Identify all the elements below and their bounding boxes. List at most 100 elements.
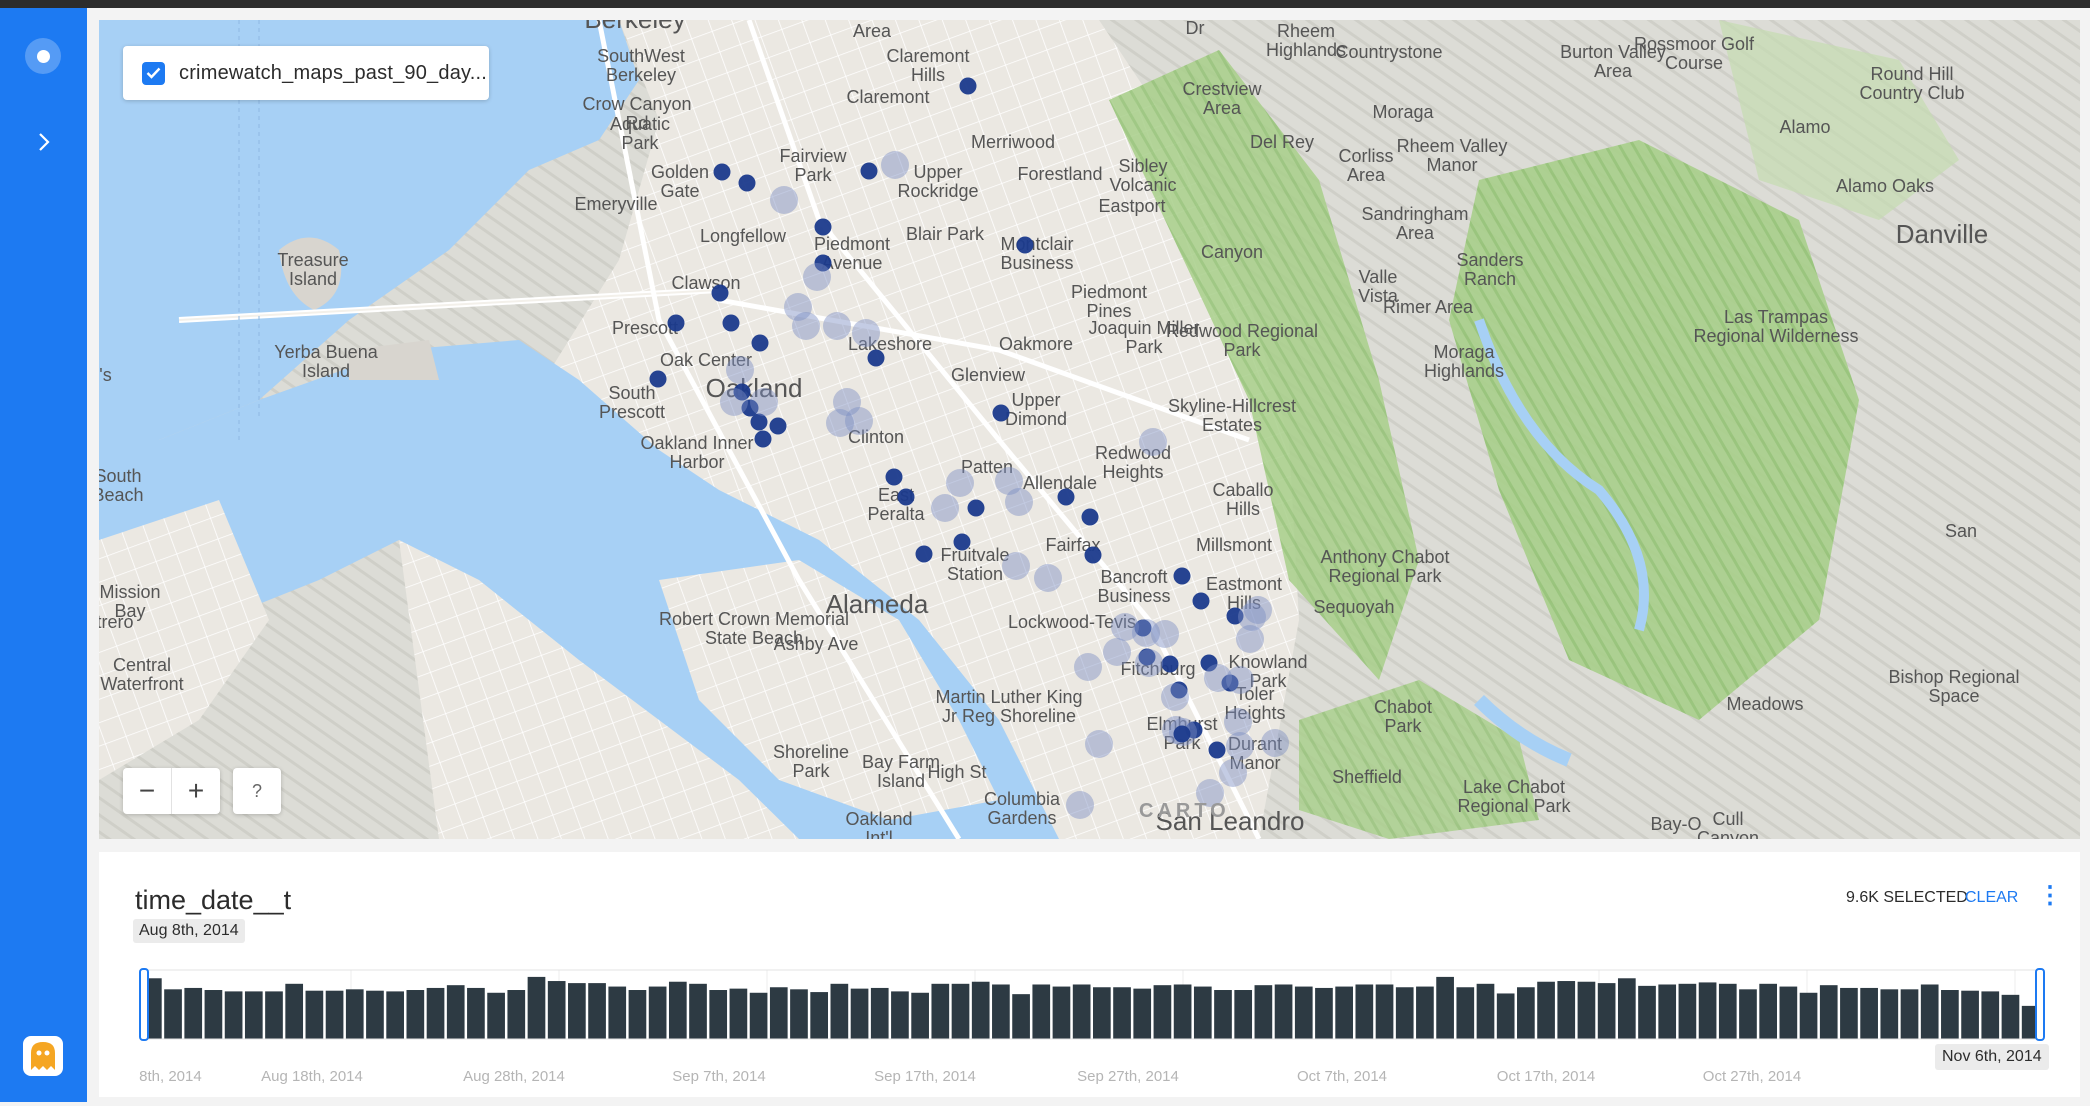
- more-options-button[interactable]: ⋮: [2038, 881, 2062, 910]
- range-handle-start[interactable]: [139, 968, 149, 1041]
- zoom-in-button[interactable]: +: [172, 768, 220, 814]
- histogram-bar[interactable]: [1860, 987, 1878, 1039]
- histogram-bar[interactable]: [1739, 989, 1757, 1039]
- app-logo[interactable]: [23, 1036, 63, 1076]
- histogram-bar[interactable]: [285, 983, 304, 1039]
- histogram-bar[interactable]: [628, 990, 647, 1039]
- histogram-bar[interactable]: [184, 987, 203, 1039]
- histogram-bar[interactable]: [709, 990, 728, 1039]
- histogram-bar[interactable]: [911, 992, 929, 1039]
- expand-sidebar-button[interactable]: [30, 128, 58, 156]
- histogram-bar[interactable]: [2001, 994, 2020, 1039]
- histogram-bar[interactable]: [1779, 986, 1798, 1039]
- histogram-bar[interactable]: [366, 990, 384, 1039]
- histogram-bar[interactable]: [588, 983, 606, 1039]
- histogram-bar[interactable]: [224, 991, 243, 1039]
- histogram-bar[interactable]: [1375, 984, 1394, 1039]
- histogram-bar[interactable]: [1476, 983, 1495, 1039]
- histogram-bar[interactable]: [487, 992, 505, 1039]
- histogram-bar[interactable]: [729, 988, 748, 1039]
- histogram-bar[interactable]: [406, 990, 425, 1039]
- histogram-bar[interactable]: [1093, 987, 1111, 1039]
- histogram-bar[interactable]: [1900, 989, 1919, 1039]
- histogram-bar[interactable]: [749, 992, 768, 1039]
- histogram-bar[interactable]: [1395, 987, 1414, 1039]
- histogram-bar[interactable]: [1315, 987, 1333, 1039]
- histogram-bar[interactable]: [1537, 981, 1555, 1039]
- histogram-bar[interactable]: [668, 981, 687, 1039]
- histogram-bar[interactable]: [507, 990, 526, 1039]
- layer-checkbox[interactable]: [142, 61, 165, 85]
- histogram-bar[interactable]: [769, 987, 788, 1039]
- histogram-bar[interactable]: [1698, 982, 1717, 1039]
- histogram-bar[interactable]: [1557, 981, 1576, 1039]
- histogram-bar[interactable]: [164, 989, 182, 1039]
- histogram-bar[interactable]: [1638, 985, 1656, 1039]
- histogram-bar[interactable]: [305, 990, 324, 1039]
- histogram-bar[interactable]: [971, 981, 990, 1039]
- layers-toggle-button[interactable]: [25, 38, 61, 74]
- histogram-bar[interactable]: [1254, 985, 1273, 1039]
- histogram-bar[interactable]: [1052, 986, 1071, 1039]
- histogram-bar[interactable]: [204, 990, 223, 1039]
- histogram-bar[interactable]: [1658, 984, 1677, 1039]
- histogram-bar[interactable]: [1153, 985, 1172, 1039]
- histogram-bar[interactable]: [870, 987, 889, 1039]
- histogram-bar[interactable]: [1597, 983, 1616, 1039]
- histogram-bar[interactable]: [931, 983, 950, 1039]
- histogram-bar[interactable]: [1355, 984, 1374, 1039]
- histogram-bar[interactable]: [527, 976, 546, 1039]
- histogram-bar[interactable]: [1718, 983, 1737, 1039]
- histogram-bar[interactable]: [1173, 984, 1192, 1039]
- histogram-bar[interactable]: [1456, 987, 1475, 1039]
- histogram-bar[interactable]: [1819, 985, 1838, 1039]
- range-handle-end[interactable]: [2035, 968, 2045, 1041]
- histogram-bar[interactable]: [1517, 987, 1535, 1039]
- histogram-bar[interactable]: [1032, 984, 1051, 1039]
- histogram-bar[interactable]: [1012, 994, 1030, 1039]
- histogram-bar[interactable]: [1436, 976, 1454, 1039]
- histogram-bar[interactable]: [992, 984, 1010, 1039]
- histogram-bar[interactable]: [1294, 986, 1313, 1039]
- histogram-bar[interactable]: [1113, 987, 1131, 1039]
- histogram-bar[interactable]: [386, 991, 404, 1039]
- histogram-bar[interactable]: [1193, 986, 1212, 1039]
- zoom-out-button[interactable]: −: [123, 768, 172, 814]
- histogram-bar[interactable]: [1799, 992, 1818, 1039]
- histogram-bar[interactable]: [467, 987, 485, 1039]
- histogram-chart[interactable]: Aug 8th, 2014 Aug 18th, 2014 Aug 28th, 201…: [135, 956, 2047, 1106]
- histogram-bar[interactable]: [265, 991, 283, 1039]
- histogram-bar[interactable]: [345, 989, 364, 1039]
- help-button[interactable]: ?: [233, 768, 281, 814]
- layer-legend[interactable]: crimewatch_maps_past_90_day...: [123, 46, 489, 100]
- histogram-bar[interactable]: [1941, 990, 1959, 1039]
- histogram-bar[interactable]: [951, 983, 970, 1039]
- histogram-bar[interactable]: [1678, 983, 1697, 1039]
- histogram-bar[interactable]: [850, 988, 869, 1039]
- histogram-bar[interactable]: [1214, 990, 1232, 1039]
- histogram-bar[interactable]: [648, 986, 667, 1039]
- histogram-bar[interactable]: [426, 987, 445, 1039]
- histogram-bar[interactable]: [1416, 986, 1434, 1039]
- histogram-bar[interactable]: [568, 983, 586, 1039]
- clear-button[interactable]: CLEAR: [1965, 889, 2018, 907]
- map-view[interactable]: BerkeleySouthWestBerkeleyAquaticParkGold…: [99, 20, 2080, 839]
- histogram-bar[interactable]: [446, 985, 465, 1039]
- histogram-bar[interactable]: [830, 983, 849, 1039]
- histogram-bar[interactable]: [810, 992, 829, 1039]
- histogram-bar[interactable]: [1759, 983, 1778, 1039]
- histogram-bar[interactable]: [891, 991, 909, 1039]
- histogram-bar[interactable]: [325, 990, 344, 1039]
- histogram-bar[interactable]: [1234, 990, 1253, 1039]
- histogram-bar[interactable]: [1133, 988, 1152, 1039]
- histogram-bar[interactable]: [1274, 984, 1293, 1039]
- histogram-bar[interactable]: [1335, 986, 1353, 1039]
- histogram-bar[interactable]: [1072, 984, 1091, 1039]
- histogram-bar[interactable]: [547, 981, 566, 1039]
- histogram-bar[interactable]: [1920, 984, 1939, 1039]
- histogram-bar[interactable]: [608, 986, 627, 1039]
- histogram-bar[interactable]: [1840, 987, 1858, 1039]
- histogram-bar[interactable]: [1880, 989, 1899, 1039]
- histogram-bar[interactable]: [1496, 993, 1515, 1039]
- histogram-bar[interactable]: [244, 991, 263, 1039]
